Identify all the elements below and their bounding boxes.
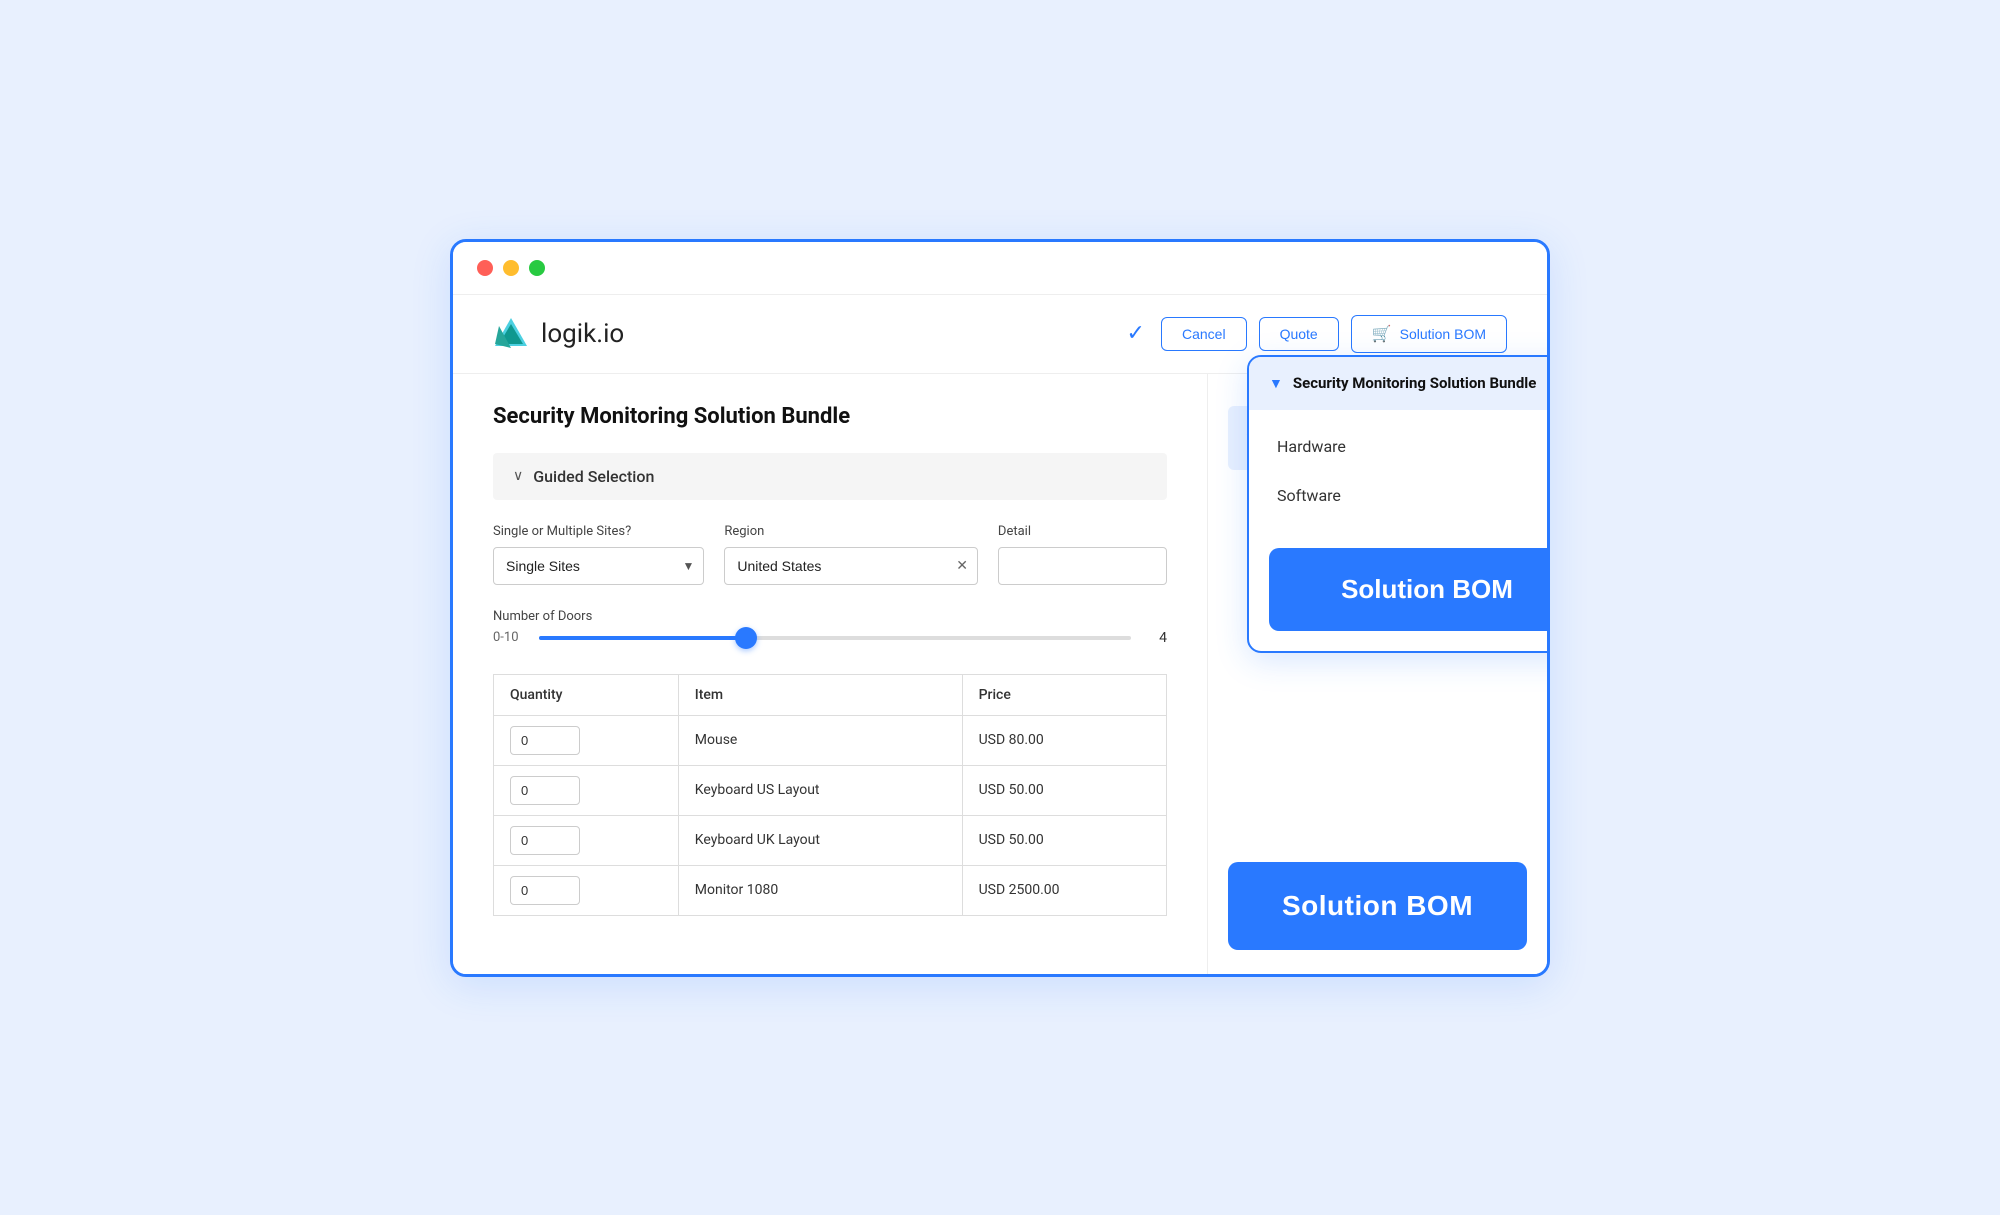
slider-track xyxy=(539,636,1131,640)
qty-input-mouse[interactable] xyxy=(510,726,580,755)
guided-selection-label: Guided Selection xyxy=(533,467,654,486)
qty-input-keyboard-uk[interactable] xyxy=(510,826,580,855)
qty-cell xyxy=(494,865,679,915)
table-row: Keyboard UK Layout USD 50.00 xyxy=(494,815,1167,865)
region-label: Region xyxy=(724,524,978,539)
item-cell: Monitor 1080 xyxy=(678,865,962,915)
sites-select[interactable]: Single Sites Multiple Sites xyxy=(493,547,704,585)
slider-value: 4 xyxy=(1147,630,1167,646)
region-clear-icon[interactable]: ✕ xyxy=(956,558,968,574)
table-row: Keyboard US Layout USD 50.00 xyxy=(494,765,1167,815)
item-cell: Keyboard US Layout xyxy=(678,765,962,815)
check-icon: ✓ xyxy=(1127,321,1145,346)
overlay-card: ▼ Security Monitoring Solution Bundle ✓ … xyxy=(1247,355,1547,653)
sites-select-wrapper: Single Sites Multiple Sites ▼ xyxy=(493,547,704,585)
solution-bom-main-button[interactable]: Solution BOM xyxy=(1228,862,1527,950)
overlay-software-label: Software xyxy=(1277,486,1341,505)
overlay-triangle-icon: ▼ xyxy=(1269,375,1283,392)
price-cell: USD 2500.00 xyxy=(962,865,1166,915)
logo-text: logik.io xyxy=(541,319,624,349)
col-item: Item xyxy=(678,674,962,715)
col-quantity: Quantity xyxy=(494,674,679,715)
region-input-wrapper: ✕ xyxy=(724,547,978,585)
slider-min-label: 0-10 xyxy=(493,630,523,645)
overlay-header: ▼ Security Monitoring Solution Bundle ✓ xyxy=(1249,357,1547,410)
price-cell: USD 50.00 xyxy=(962,815,1166,865)
slider-fill xyxy=(539,636,746,640)
item-cell: Mouse xyxy=(678,715,962,765)
table-row: Monitor 1080 USD 2500.00 xyxy=(494,865,1167,915)
overlay-header-title: Security Monitoring Solution Bundle xyxy=(1293,374,1547,392)
qty-cell xyxy=(494,815,679,865)
detail-group: Detail xyxy=(998,524,1167,585)
traffic-light-green[interactable] xyxy=(529,260,545,276)
qty-cell xyxy=(494,765,679,815)
cancel-button[interactable]: Cancel xyxy=(1161,317,1247,351)
slider-row: 0-10 4 xyxy=(493,630,1167,646)
slider-section: Number of Doors 0-10 4 xyxy=(493,609,1167,646)
qty-input-keyboard-us[interactable] xyxy=(510,776,580,805)
overlay-body: Hardware ✓ Software ✓ xyxy=(1249,410,1547,532)
slider-label: Number of Doors xyxy=(493,609,1167,624)
region-input[interactable] xyxy=(724,547,978,585)
traffic-light-yellow[interactable] xyxy=(503,260,519,276)
quote-button[interactable]: Quote xyxy=(1259,317,1339,351)
chevron-icon: ∨ xyxy=(513,468,523,484)
app-container: logik.io ✓ Cancel Quote 🛒 Solution BOM S… xyxy=(453,295,1547,974)
detail-label: Detail xyxy=(998,524,1167,539)
browser-titlebar xyxy=(453,242,1547,295)
overlay-hardware-label: Hardware xyxy=(1277,437,1346,456)
price-cell: USD 80.00 xyxy=(962,715,1166,765)
header-actions: ✓ Cancel Quote 🛒 Solution BOM xyxy=(1127,315,1507,353)
items-table: Quantity Item Price Mouse USD 80.00 xyxy=(493,674,1167,916)
sites-label: Single or Multiple Sites? xyxy=(493,524,704,539)
form-row: Single or Multiple Sites? Single Sites M… xyxy=(493,524,1167,585)
traffic-light-red[interactable] xyxy=(477,260,493,276)
table-header-row: Quantity Item Price xyxy=(494,674,1167,715)
sites-group: Single or Multiple Sites? Single Sites M… xyxy=(493,524,704,585)
slider-wrapper xyxy=(539,636,1131,640)
cart-icon: 🛒 xyxy=(1372,324,1392,344)
slider-thumb[interactable] xyxy=(735,627,757,649)
overlay-item-software: Software ✓ xyxy=(1249,471,1547,520)
item-cell: Keyboard UK Layout xyxy=(678,815,962,865)
detail-input[interactable] xyxy=(998,547,1167,585)
price-cell: USD 50.00 xyxy=(962,765,1166,815)
solution-bom-header-button[interactable]: 🛒 Solution BOM xyxy=(1351,315,1507,353)
overlay-item-hardware: Hardware ✓ xyxy=(1249,422,1547,471)
overlay-solution-bom-button[interactable]: Solution BOM xyxy=(1269,548,1547,631)
logo-area: logik.io xyxy=(493,316,624,352)
page-title: Security Monitoring Solution Bundle xyxy=(493,404,1167,429)
qty-input-monitor[interactable] xyxy=(510,876,580,905)
browser-window: logik.io ✓ Cancel Quote 🛒 Solution BOM S… xyxy=(450,239,1550,977)
col-price: Price xyxy=(962,674,1166,715)
region-group: Region ✕ xyxy=(724,524,978,585)
table-row: Mouse USD 80.00 xyxy=(494,715,1167,765)
solution-bom-header-label: Solution BOM xyxy=(1400,326,1486,342)
qty-cell xyxy=(494,715,679,765)
guided-selection-header[interactable]: ∨ Guided Selection xyxy=(493,453,1167,500)
logo-icon xyxy=(493,316,529,352)
left-panel: Security Monitoring Solution Bundle ∨ Gu… xyxy=(453,374,1207,974)
